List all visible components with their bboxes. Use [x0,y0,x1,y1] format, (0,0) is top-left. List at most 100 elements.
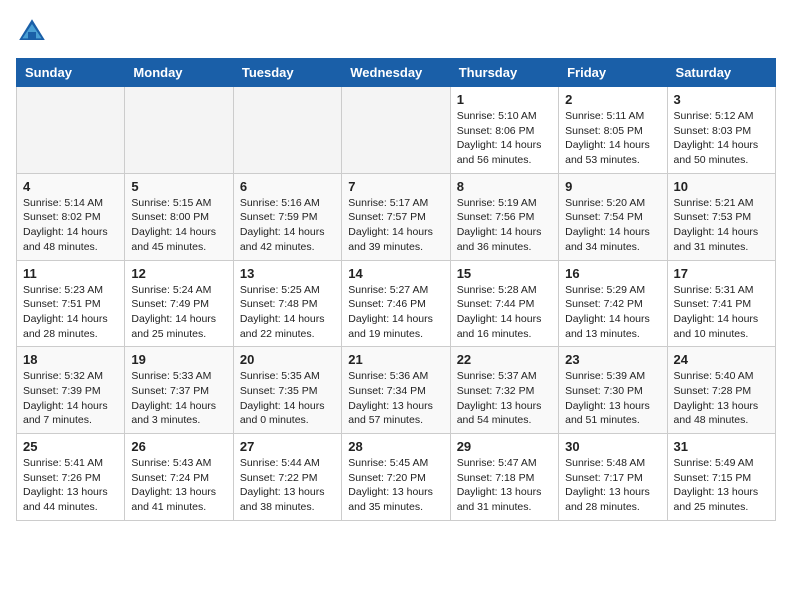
day-number: 17 [674,266,769,281]
day-number: 26 [131,439,226,454]
calendar-day-cell [125,87,233,174]
day-info: Sunrise: 5:39 AMSunset: 7:30 PMDaylight:… [565,369,660,428]
day-info: Sunrise: 5:16 AMSunset: 7:59 PMDaylight:… [240,196,335,255]
day-info: Sunrise: 5:17 AMSunset: 7:57 PMDaylight:… [348,196,443,255]
day-info: Sunrise: 5:35 AMSunset: 7:35 PMDaylight:… [240,369,335,428]
calendar-week-row: 18Sunrise: 5:32 AMSunset: 7:39 PMDayligh… [17,347,776,434]
calendar-weekday-header: Wednesday [342,59,450,87]
day-info: Sunrise: 5:43 AMSunset: 7:24 PMDaylight:… [131,456,226,515]
day-number: 6 [240,179,335,194]
day-info: Sunrise: 5:10 AMSunset: 8:06 PMDaylight:… [457,109,552,168]
calendar-day-cell: 4Sunrise: 5:14 AMSunset: 8:02 PMDaylight… [17,173,125,260]
day-number: 22 [457,352,552,367]
day-number: 30 [565,439,660,454]
calendar-header-row: SundayMondayTuesdayWednesdayThursdayFrid… [17,59,776,87]
day-info: Sunrise: 5:49 AMSunset: 7:15 PMDaylight:… [674,456,769,515]
calendar-day-cell: 31 Sunrise: 5:49 AMSunset: 7:15 PMDayligh… [667,434,775,521]
day-number: 14 [348,266,443,281]
day-info: Sunrise: 5:45 AMSunset: 7:20 PMDaylight:… [348,456,443,515]
day-number: 9 [565,179,660,194]
calendar-day-cell: 3 Sunrise: 5:12 AMSunset: 8:03 PMDaylight… [667,87,775,174]
calendar-day-cell: 13 Sunrise: 5:25 AMSunset: 7:48 PMDayligh… [233,260,341,347]
day-info: Sunrise: 5:48 AMSunset: 7:17 PMDaylight:… [565,456,660,515]
day-number: 24 [674,352,769,367]
calendar-day-cell: 1 Sunrise: 5:10 AMSunset: 8:06 PMDaylight… [450,87,558,174]
calendar-day-cell: 19 Sunrise: 5:33 AMSunset: 7:37 PMDayligh… [125,347,233,434]
day-number: 2 [565,92,660,107]
day-info: Sunrise: 5:36 AMSunset: 7:34 PMDaylight:… [348,369,443,428]
calendar-day-cell: 6 Sunrise: 5:16 AMSunset: 7:59 PMDaylight… [233,173,341,260]
calendar-day-cell: 10 Sunrise: 5:21 AMSunset: 7:53 PMDayligh… [667,173,775,260]
day-info: Sunrise: 5:23 AMSunset: 7:51 PMDaylight:… [23,283,118,342]
calendar-day-cell: 30 Sunrise: 5:48 AMSunset: 7:17 PMDayligh… [559,434,667,521]
day-number: 5 [131,179,226,194]
calendar-day-cell: 16Sunrise: 5:29 AMSunset: 7:42 PMDayligh… [559,260,667,347]
calendar-day-cell: 17 Sunrise: 5:31 AMSunset: 7:41 PMDayligh… [667,260,775,347]
day-number: 21 [348,352,443,367]
day-number: 8 [457,179,552,194]
day-number: 20 [240,352,335,367]
day-info: Sunrise: 5:21 AMSunset: 7:53 PMDaylight:… [674,196,769,255]
day-info: Sunrise: 5:31 AMSunset: 7:41 PMDaylight:… [674,283,769,342]
calendar-weekday-header: Sunday [17,59,125,87]
day-info: Sunrise: 5:24 AMSunset: 7:49 PMDaylight:… [131,283,226,342]
calendar-weekday-header: Thursday [450,59,558,87]
calendar-day-cell: 26 Sunrise: 5:43 AMSunset: 7:24 PMDayligh… [125,434,233,521]
day-number: 28 [348,439,443,454]
calendar-day-cell: 24 Sunrise: 5:40 AMSunset: 7:28 PMDayligh… [667,347,775,434]
day-number: 1 [457,92,552,107]
calendar-day-cell [233,87,341,174]
calendar-week-row: 25Sunrise: 5:41 AMSunset: 7:26 PMDayligh… [17,434,776,521]
day-number: 10 [674,179,769,194]
day-number: 23 [565,352,660,367]
calendar-day-cell: 9 Sunrise: 5:20 AMSunset: 7:54 PMDaylight… [559,173,667,260]
day-info: Sunrise: 5:47 AMSunset: 7:18 PMDaylight:… [457,456,552,515]
day-info: Sunrise: 5:25 AMSunset: 7:48 PMDaylight:… [240,283,335,342]
day-info: Sunrise: 5:32 AMSunset: 7:39 PMDaylight:… [23,369,118,428]
day-info: Sunrise: 5:12 AMSunset: 8:03 PMDaylight:… [674,109,769,168]
day-number: 29 [457,439,552,454]
calendar-week-row: 1 Sunrise: 5:10 AMSunset: 8:06 PMDaylight… [17,87,776,174]
day-info: Sunrise: 5:27 AMSunset: 7:46 PMDaylight:… [348,283,443,342]
calendar-day-cell: 14 Sunrise: 5:27 AMSunset: 7:46 PMDayligh… [342,260,450,347]
calendar-week-row: 4Sunrise: 5:14 AMSunset: 8:02 PMDaylight… [17,173,776,260]
calendar-day-cell: 11 Sunrise: 5:23 AMSunset: 7:51 PMDayligh… [17,260,125,347]
calendar-day-cell: 18Sunrise: 5:32 AMSunset: 7:39 PMDayligh… [17,347,125,434]
day-info: Sunrise: 5:37 AMSunset: 7:32 PMDaylight:… [457,369,552,428]
calendar-day-cell: 15 Sunrise: 5:28 AMSunset: 7:44 PMDayligh… [450,260,558,347]
day-info: Sunrise: 5:33 AMSunset: 7:37 PMDaylight:… [131,369,226,428]
logo-icon [16,16,48,48]
calendar-day-cell: 20 Sunrise: 5:35 AMSunset: 7:35 PMDayligh… [233,347,341,434]
day-number: 19 [131,352,226,367]
calendar-weekday-header: Monday [125,59,233,87]
day-info: Sunrise: 5:44 AMSunset: 7:22 PMDaylight:… [240,456,335,515]
calendar-day-cell: 7 Sunrise: 5:17 AMSunset: 7:57 PMDaylight… [342,173,450,260]
day-number: 13 [240,266,335,281]
day-info: Sunrise: 5:28 AMSunset: 7:44 PMDaylight:… [457,283,552,342]
calendar-weekday-header: Friday [559,59,667,87]
day-info: Sunrise: 5:11 AMSunset: 8:05 PMDaylight:… [565,109,660,168]
calendar-day-cell: 5 Sunrise: 5:15 AMSunset: 8:00 PMDaylight… [125,173,233,260]
day-number: 3 [674,92,769,107]
calendar-day-cell: 25Sunrise: 5:41 AMSunset: 7:26 PMDayligh… [17,434,125,521]
calendar-day-cell: 21 Sunrise: 5:36 AMSunset: 7:34 PMDayligh… [342,347,450,434]
day-number: 11 [23,266,118,281]
calendar-day-cell: 28 Sunrise: 5:45 AMSunset: 7:20 PMDayligh… [342,434,450,521]
day-info: Sunrise: 5:40 AMSunset: 7:28 PMDaylight:… [674,369,769,428]
calendar-day-cell: 12Sunrise: 5:24 AMSunset: 7:49 PMDayligh… [125,260,233,347]
day-info: Sunrise: 5:20 AMSunset: 7:54 PMDaylight:… [565,196,660,255]
day-info: Sunrise: 5:15 AMSunset: 8:00 PMDaylight:… [131,196,226,255]
day-number: 27 [240,439,335,454]
day-number: 15 [457,266,552,281]
day-number: 31 [674,439,769,454]
day-number: 7 [348,179,443,194]
day-info: Sunrise: 5:41 AMSunset: 7:26 PMDaylight:… [23,456,118,515]
page-header [16,16,776,48]
calendar-week-row: 11 Sunrise: 5:23 AMSunset: 7:51 PMDayligh… [17,260,776,347]
day-info: Sunrise: 5:19 AMSunset: 7:56 PMDaylight:… [457,196,552,255]
calendar-weekday-header: Tuesday [233,59,341,87]
calendar-day-cell: 29 Sunrise: 5:47 AMSunset: 7:18 PMDayligh… [450,434,558,521]
calendar-day-cell: 23 Sunrise: 5:39 AMSunset: 7:30 PMDayligh… [559,347,667,434]
calendar-table: SundayMondayTuesdayWednesdayThursdayFrid… [16,58,776,521]
calendar-day-cell: 2 Sunrise: 5:11 AMSunset: 8:05 PMDaylight… [559,87,667,174]
